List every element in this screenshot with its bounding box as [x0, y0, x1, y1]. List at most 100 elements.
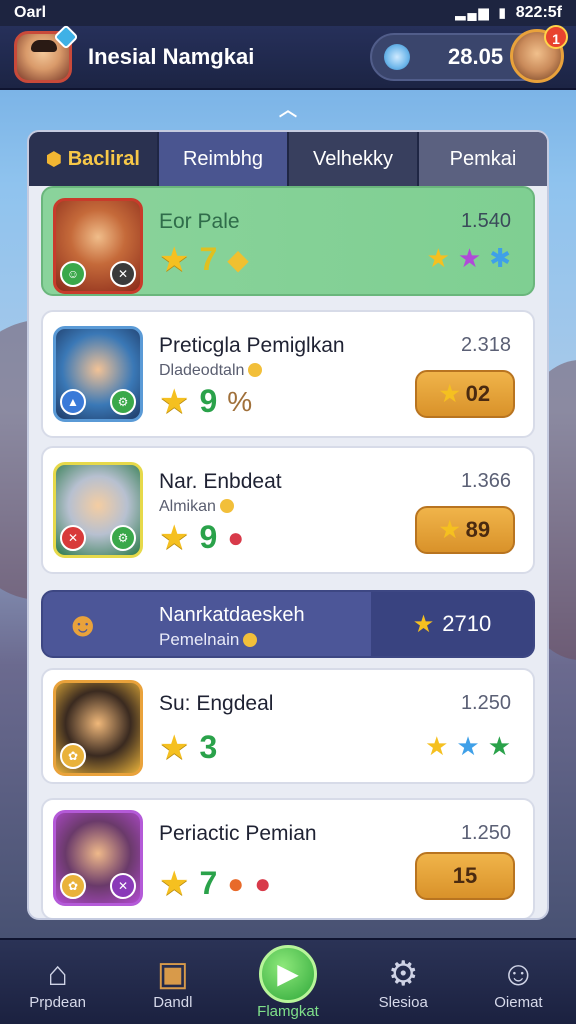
reward-value: 89: [465, 517, 491, 542]
tab-label: Pemkai: [449, 147, 517, 170]
star-icon: ★: [159, 728, 190, 767]
diamond-icon: ◆: [227, 244, 249, 275]
stat-value: 7: [199, 241, 218, 277]
nav-label: Prpdean: [29, 993, 86, 1011]
player-score: 1.540: [460, 210, 511, 232]
bottom-nav: ⌂ Prpdean ▣ Dandl ▶ Flamgkat ⚙ Slesioa ☺…: [0, 938, 576, 1024]
nav-profile[interactable]: ☺ Oiemat: [461, 940, 576, 1024]
stats-row: ★ 9 ●: [159, 519, 244, 556]
subtitle-text: Dladeodtaln: [159, 362, 245, 379]
nav-label: Flamgkat: [257, 1002, 319, 1020]
trophy-icon: ⬢: [46, 148, 62, 169]
player-name: Periactic Pemian: [159, 822, 317, 845]
nav-home[interactable]: ⌂ Prpdean: [0, 940, 115, 1024]
play-icon: ▶: [259, 944, 317, 1003]
player-avatar[interactable]: [14, 24, 79, 83]
stat-value: 7: [199, 865, 218, 901]
stats-row: ★ 9 %: [159, 383, 252, 420]
level-badge: ✕: [60, 525, 86, 551]
team-emblem-icon: ☻: [65, 606, 101, 644]
coin-icon: [248, 363, 263, 377]
stats-row: ★ 7 ● ●: [159, 865, 271, 902]
flame-icon: ●: [227, 867, 245, 899]
tab-3[interactable]: Velhekky: [289, 132, 419, 186]
tab-2[interactable]: Reimbhg: [159, 132, 289, 186]
list-item[interactable]: ☺ ✕ Eor Pale 1.540 ★ 7 ◆ ★ ★ ✱: [41, 186, 535, 296]
reward-button[interactable]: ★ 02: [415, 370, 515, 418]
player-name: Inesial Namgkai: [88, 44, 255, 69]
notification-badge: 1: [544, 25, 568, 49]
tab-label: Velhekky: [312, 147, 394, 170]
character-portrait: ✿: [53, 680, 143, 776]
coin-icon: [219, 499, 234, 513]
status-bar: Oarl ▂▄▆ ▮ 822:5f: [0, 0, 576, 26]
level-badge: ☺: [60, 261, 86, 287]
reward-button[interactable]: 15: [415, 852, 515, 900]
team-score: ★ 2710: [371, 592, 533, 656]
player-name: Eor Pale: [159, 210, 240, 233]
subtitle-text: Pemelnain: [159, 630, 240, 649]
team-row[interactable]: ☻ Nanrkatdaeskeh Pemelnain ★ 2710: [41, 590, 535, 658]
class-badge: ⚙: [110, 525, 136, 551]
carrier-label: Oarl: [14, 4, 47, 21]
star-icon: ★: [159, 240, 190, 279]
player-score: 1.366: [460, 470, 511, 492]
bag-icon: %: [227, 385, 253, 417]
stats-row: ★ 7 ◆: [159, 241, 249, 278]
class-badge: ✕: [110, 873, 136, 899]
star-icon: ★: [439, 517, 460, 542]
nav-cards[interactable]: ▣ Dandl: [115, 940, 230, 1024]
team-score-value: 2710: [442, 611, 492, 636]
header-bar: Inesial Namgkai 28.05 1: [0, 24, 576, 90]
reward-button[interactable]: ★ 89: [415, 506, 515, 554]
gem-icon: [53, 24, 79, 50]
star-icon: ★: [159, 864, 190, 903]
chevron-up-icon[interactable]: ︿: [276, 96, 300, 120]
star-icon: ★: [439, 381, 460, 406]
cards-icon: ▣: [156, 954, 189, 993]
reward-icons: ★ ★ ★: [425, 731, 511, 762]
character-portrait: ✕ ⚙: [53, 462, 143, 558]
stats-row: ★ 3: [159, 729, 217, 766]
star-icon: ★: [159, 518, 190, 557]
star-icon: ★: [426, 243, 450, 273]
player-score: 1.250: [460, 692, 511, 714]
currency-counter[interactable]: 28.05 1: [370, 25, 568, 83]
gear-icon: ⚙: [387, 954, 419, 993]
class-badge: ✕: [110, 261, 136, 287]
clock: 822:5f: [515, 4, 562, 21]
star-icon: ★: [425, 731, 449, 761]
player-subtitle: Almikan: [159, 498, 234, 516]
puzzle-icon: ✱: [489, 243, 511, 273]
coin-icon: [384, 44, 410, 70]
tab-4[interactable]: Pemkai: [419, 132, 547, 186]
list-item[interactable]: ✿ Su: Engdeal 1.250 ★ 3 ★ ★ ★: [41, 668, 535, 784]
subtitle-text: Almikan: [159, 498, 216, 515]
gem-icon: ●: [227, 521, 245, 553]
player-subtitle: Dladeodtaln: [159, 362, 263, 380]
signal-icon: ▂▄▆: [455, 5, 491, 20]
tab-1[interactable]: ⬢ Bacliral: [29, 132, 159, 186]
team-name: Nanrkatdaeskeh: [159, 604, 305, 626]
class-badge: ⚙: [110, 389, 136, 415]
nav-label: Dandl: [153, 993, 193, 1011]
player-score: 2.318: [460, 334, 511, 356]
player-name: Nar. Enbdeat: [159, 470, 282, 493]
stat-value: 3: [199, 729, 218, 765]
reward-icons: ★ ★ ✱: [427, 243, 511, 274]
nav-settings[interactable]: ⚙ Slesioa: [346, 940, 461, 1024]
battery-icon: ▮: [498, 5, 508, 20]
tab-label: Reimbhg: [182, 147, 264, 170]
leaderboard-panel: ⬢ Bacliral Reimbhg Velhekky Pemkai ☺ ✕ E…: [27, 130, 549, 920]
coin-icon: [243, 633, 258, 647]
stat-value: 9: [199, 519, 218, 555]
level-badge: ✿: [60, 873, 86, 899]
nav-play[interactable]: ▶ Flamgkat: [230, 940, 345, 1024]
nav-label: Oiemat: [494, 993, 543, 1011]
list-item[interactable]: ✿ ✕ Periactic Pemian 1.250 ★ 7 ● ● 15: [41, 798, 535, 918]
player-name: Preticgla Pemiglkan: [159, 334, 345, 357]
list-item[interactable]: ✕ ⚙ Nar. Enbdeat Almikan 1.366 ★ 9 ● ★ 8…: [41, 446, 535, 574]
currency-amount: 28.05: [448, 44, 504, 69]
player-score: 1.250: [460, 822, 511, 844]
list-item[interactable]: ▲ ⚙ Preticgla Pemiglkan Dladeodtaln 2.31…: [41, 310, 535, 438]
